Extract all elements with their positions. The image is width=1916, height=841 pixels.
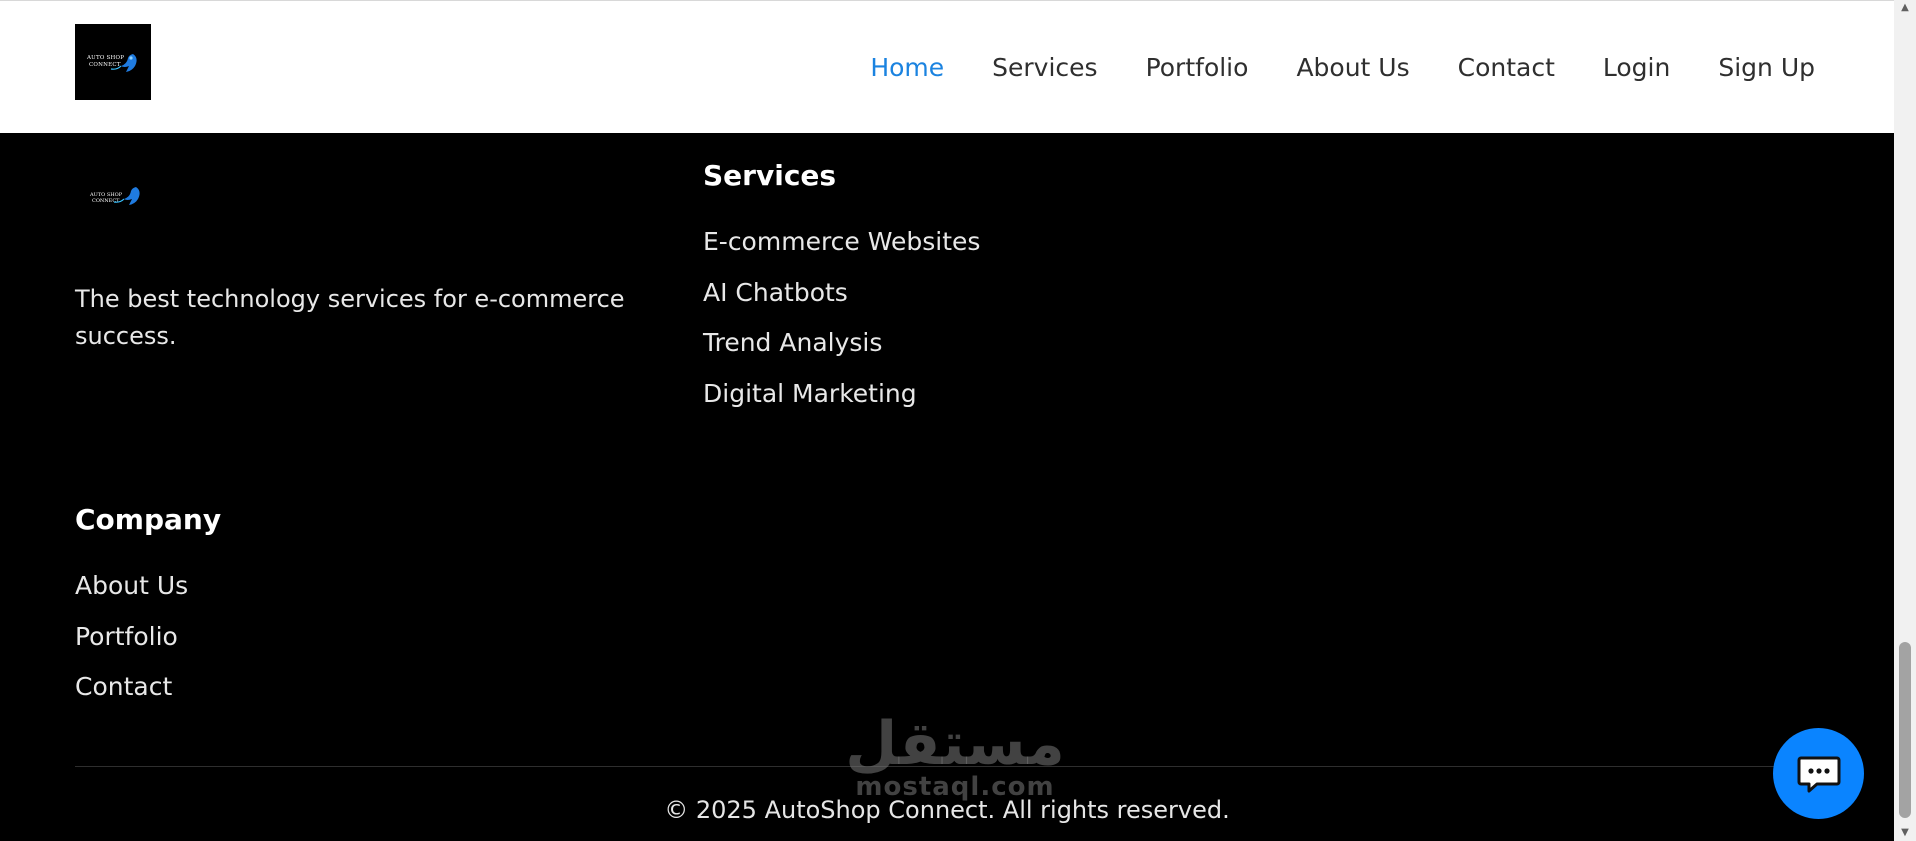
footer-link-contact[interactable]: Contact [75, 670, 188, 704]
nav-services[interactable]: Services [992, 51, 1097, 85]
footer-link-digital-marketing[interactable]: Digital Marketing [703, 377, 980, 411]
chat-bubble-icon [1797, 756, 1840, 792]
nav-contact[interactable]: Contact [1458, 51, 1555, 85]
page-scrollbar[interactable]: ▲ ▼ [1894, 0, 1916, 841]
nav-login[interactable]: Login [1603, 51, 1670, 85]
scrollbar-thumb[interactable] [1899, 642, 1911, 818]
services-list: E-commerce Websites AI Chatbots Trend An… [703, 225, 980, 427]
footer-logo: AUTO SHOP CONNECT [84, 180, 154, 216]
scroll-up-arrow-icon[interactable]: ▲ [1894, 0, 1916, 16]
logo-text-line2: CONNECT [89, 62, 121, 68]
chat-button[interactable] [1773, 728, 1864, 819]
site-header: AUTO SHOP CONNECT Home Services Portfoli… [0, 0, 1894, 133]
copyright-text: © 2025 AutoShop Connect. All rights rese… [664, 796, 1230, 824]
nav-home[interactable]: Home [870, 51, 944, 85]
site-logo[interactable]: AUTO SHOP CONNECT [75, 24, 151, 100]
footer-link-portfolio[interactable]: Portfolio [75, 620, 188, 654]
footer-link-about-us[interactable]: About Us [75, 569, 188, 603]
watermark-arabic: مستقل [845, 709, 1065, 779]
footer-logo-text-line2: CONNECT [92, 198, 120, 204]
main-nav: Home Services Portfolio About Us Contact… [870, 51, 1815, 85]
logo-text-line1: AUTO SHOP [87, 55, 125, 61]
nav-portfolio[interactable]: Portfolio [1146, 51, 1249, 85]
footer-link-ecommerce-websites[interactable]: E-commerce Websites [703, 225, 980, 259]
nav-sign-up[interactable]: Sign Up [1718, 51, 1815, 85]
footer-link-trend-analysis[interactable]: Trend Analysis [703, 326, 980, 360]
footer-tagline: The best technology services for e-comme… [75, 285, 625, 350]
company-heading: Company [75, 503, 222, 536]
services-heading: Services [703, 159, 837, 192]
footer-logo-icon: AUTO SHOP CONNECT [89, 187, 140, 205]
nav-about-us[interactable]: About Us [1296, 51, 1409, 85]
footer-link-ai-chatbots[interactable]: AI Chatbots [703, 276, 980, 310]
watermark: مستقل mostaql.com [845, 709, 1065, 800]
scroll-down-arrow-icon[interactable]: ▼ [1894, 825, 1916, 841]
company-list: About Us Portfolio Contact [75, 569, 188, 721]
